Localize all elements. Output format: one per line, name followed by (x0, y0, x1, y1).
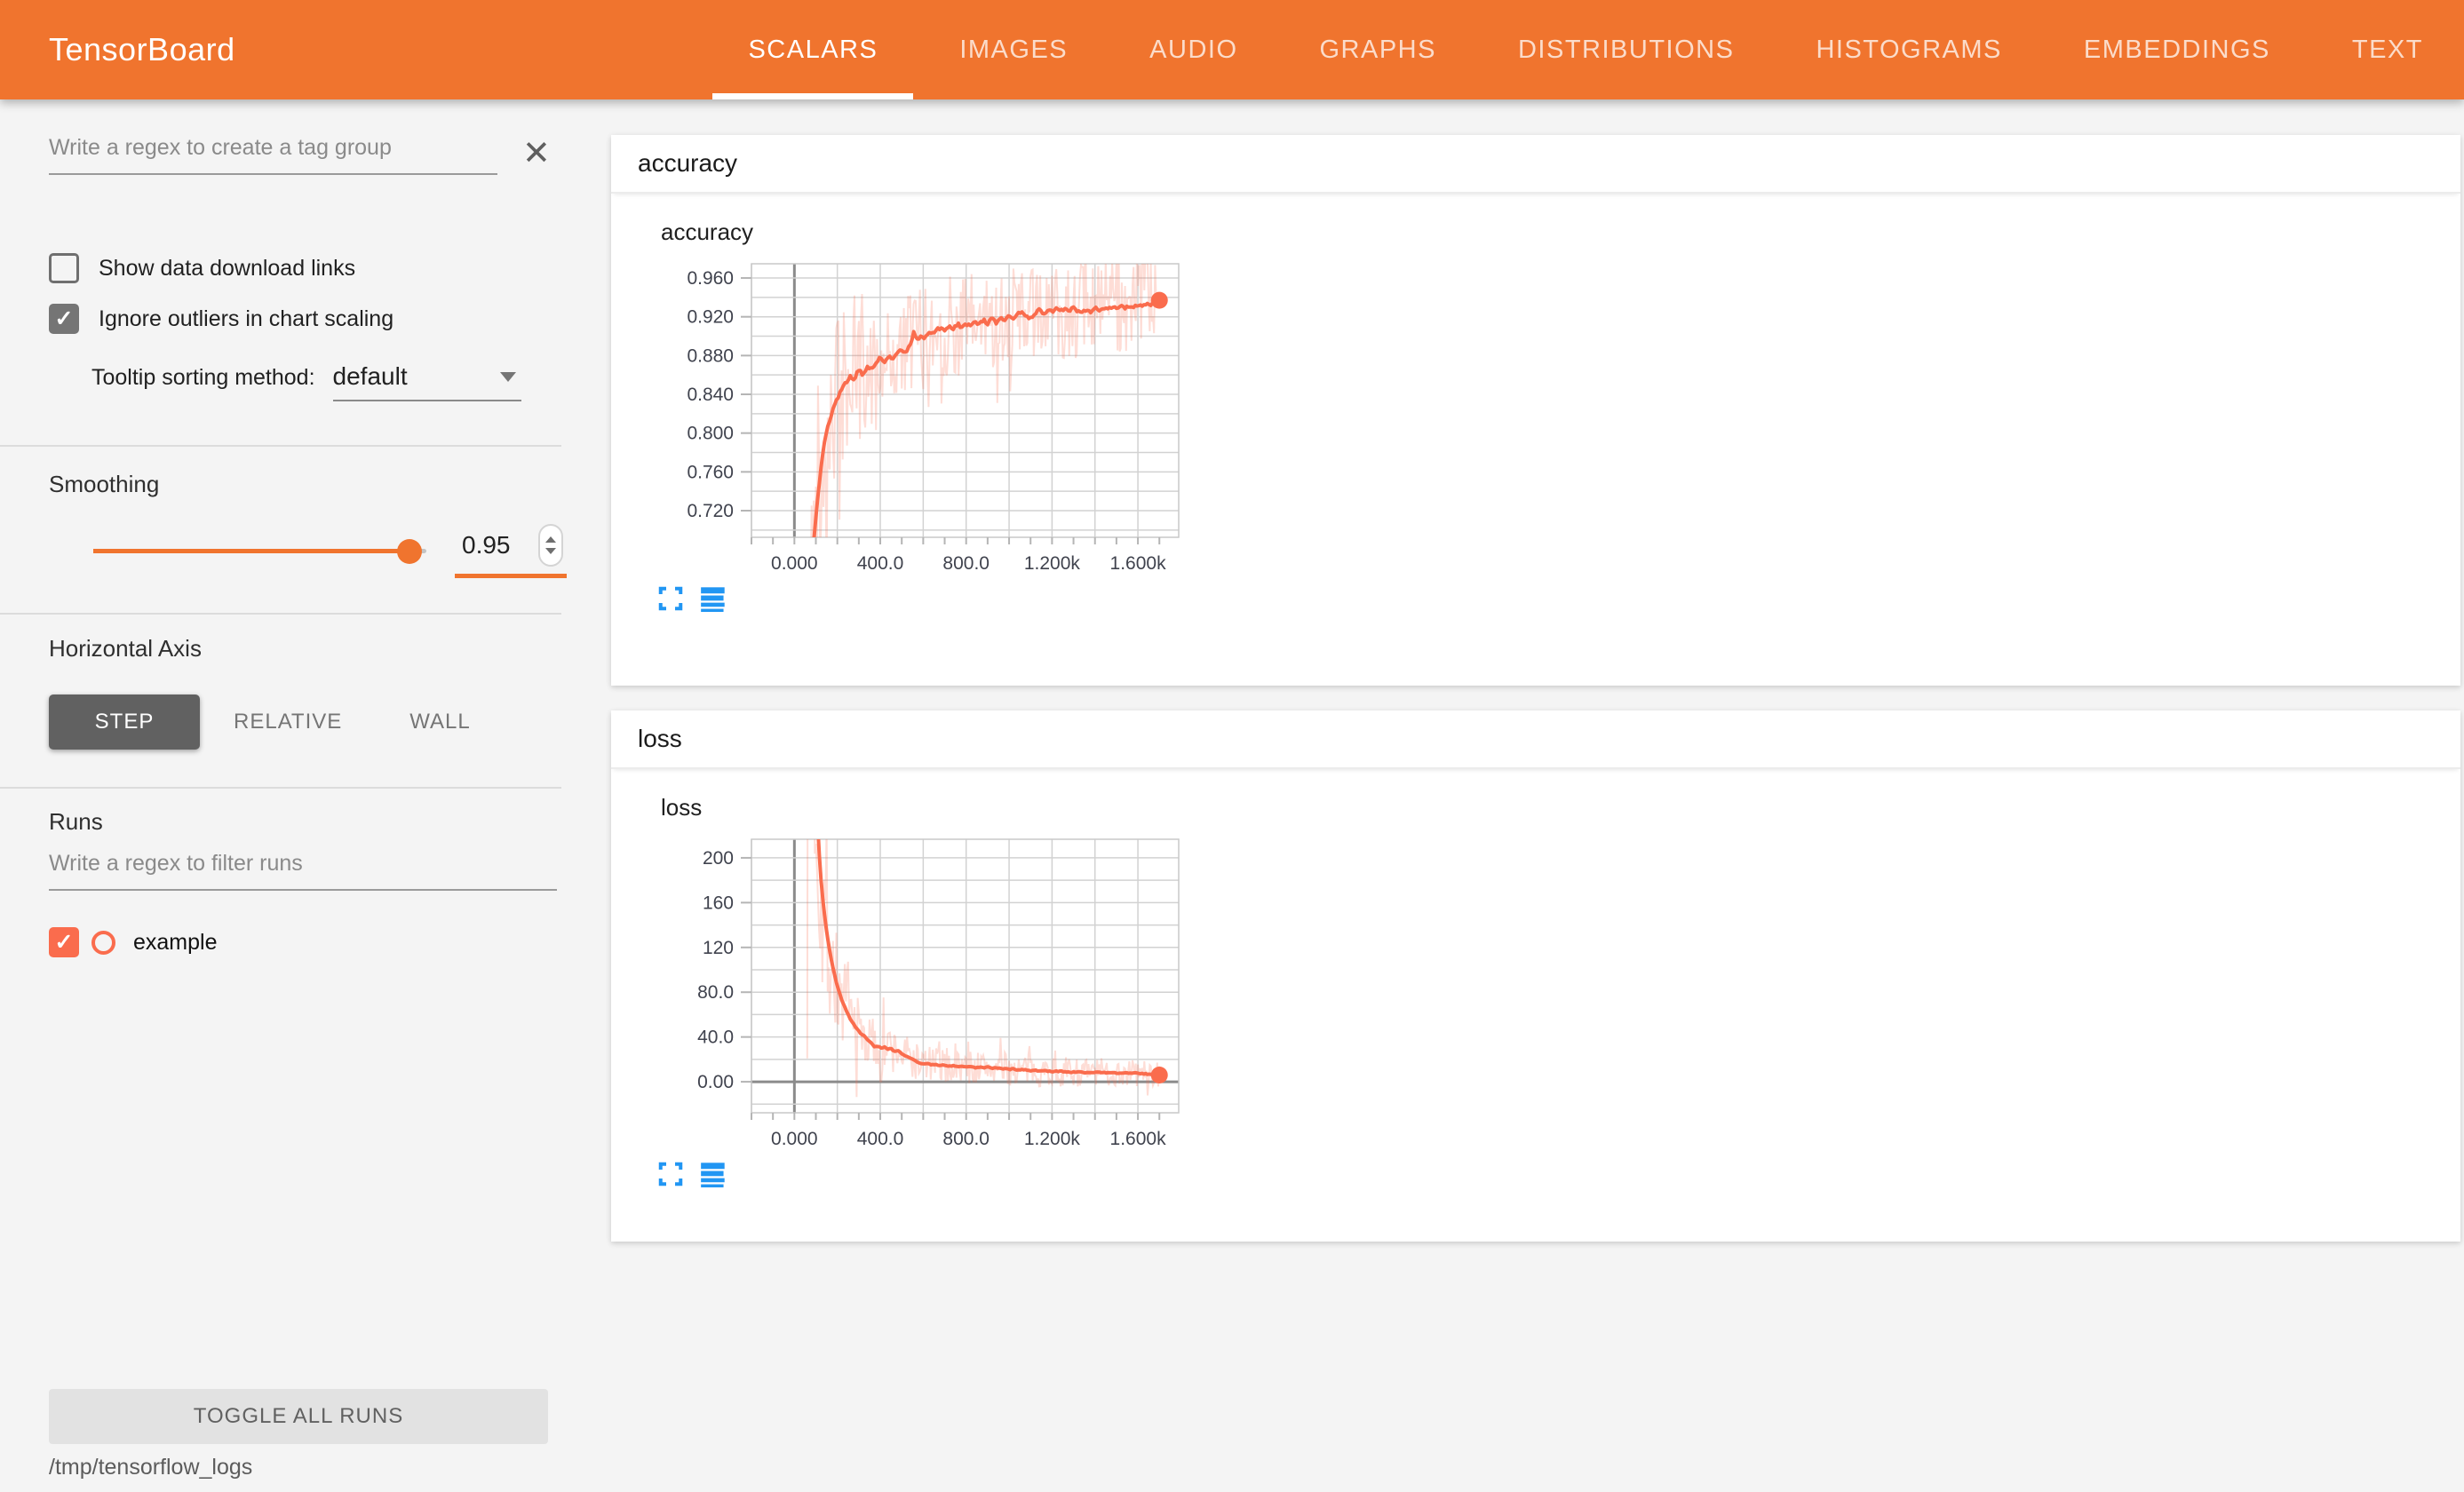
smoothing-value-input[interactable] (462, 531, 517, 560)
svg-text:1.600k: 1.600k (1110, 1129, 1167, 1149)
svg-text:800.0: 800.0 (942, 553, 990, 574)
tab-distributions[interactable]: DISTRIBUTIONS (1477, 0, 1775, 99)
svg-text:0.960: 0.960 (687, 268, 734, 289)
svg-text:120: 120 (703, 938, 734, 958)
runs-list: ✓ example (49, 927, 218, 957)
svg-text:400.0: 400.0 (857, 1129, 904, 1149)
option-label: Show data download links (99, 256, 355, 282)
app-title: TensorBoard (49, 31, 235, 68)
chart-title: loss (661, 794, 2460, 821)
loss-line-chart[interactable]: 200 160 120 80.0 40.0 0.00 0.000 400.0 800.0 1.20… (638, 832, 1206, 1154)
smoothing-slider-knob[interactable] (397, 539, 422, 564)
option-ignore-outliers[interactable]: ✓ Ignore outliers in chart scaling (49, 304, 393, 334)
svg-text:1.200k: 1.200k (1024, 1129, 1081, 1149)
sidebar-divider (0, 613, 561, 615)
svg-text:80.0: 80.0 (697, 982, 734, 1003)
chart-toolbar (657, 1161, 2460, 1187)
tooltip-sorting-value: default (333, 362, 500, 391)
fullscreen-icon[interactable] (657, 1161, 684, 1187)
section-header-loss[interactable]: loss (611, 710, 2460, 769)
sidebar-divider (0, 787, 561, 789)
checked-checkbox-icon[interactable]: ✓ (49, 304, 79, 334)
tab-text[interactable]: TEXT (2311, 0, 2464, 99)
tab-audio[interactable]: AUDIO (1109, 0, 1278, 99)
close-icon[interactable]: ✕ (522, 137, 551, 171)
svg-text:0.840: 0.840 (687, 385, 734, 405)
tab-images[interactable]: IMAGES (918, 0, 1109, 99)
svg-text:0.720: 0.720 (687, 501, 734, 521)
svg-text:0.000: 0.000 (771, 553, 818, 574)
section-title: loss (638, 725, 682, 753)
option-label: Ignore outliers in chart scaling (99, 306, 393, 332)
chevron-down-icon (500, 372, 516, 382)
chart-toolbar (657, 585, 2460, 612)
tooltip-sorting-dropdown[interactable]: default (333, 362, 521, 401)
option-show-download-links[interactable]: Show data download links (49, 253, 355, 283)
svg-text:400.0: 400.0 (857, 553, 904, 574)
tab-histograms[interactable]: HISTOGRAMS (1775, 0, 2042, 99)
svg-text:800.0: 800.0 (942, 1129, 990, 1149)
axis-mode-wall-button[interactable]: WALL (376, 694, 504, 750)
run-name: example (133, 930, 218, 956)
smoothing-value-box (455, 524, 567, 578)
section-card-loss: loss loss 200 160 120 80.0 40.0 0.00 0.000 400.0 8… (611, 710, 2460, 1242)
run-color-swatch[interactable] (91, 931, 115, 955)
svg-text:0.00: 0.00 (697, 1072, 734, 1092)
svg-text:160: 160 (703, 893, 734, 913)
svg-text:1.600k: 1.600k (1110, 553, 1167, 574)
log-directory-path: /tmp/tensorflow_logs (49, 1455, 252, 1480)
horizontal-axis-label: Horizontal Axis (49, 635, 202, 663)
chart-title: accuracy (661, 218, 2460, 246)
svg-text:0.800: 0.800 (687, 424, 734, 444)
accuracy-line-chart[interactable]: 0.960 0.920 0.880 0.840 0.800 0.760 0.720 0.000… (638, 257, 1206, 578)
smoothing-value-underline (455, 574, 567, 578)
runs-label: Runs (49, 808, 103, 836)
sidebar-divider (0, 445, 561, 447)
app-header: TensorBoard SCALARSIMAGESAUDIOGRAPHSDIST… (0, 0, 2464, 99)
svg-text:40.0: 40.0 (697, 1028, 734, 1048)
runs-filter-row (49, 851, 557, 891)
smoothing-slider[interactable] (93, 549, 426, 553)
runs-filter-input[interactable] (49, 851, 557, 891)
tag-filter-input[interactable] (49, 135, 497, 175)
svg-text:1.200k: 1.200k (1024, 553, 1081, 574)
svg-text:0.000: 0.000 (771, 1129, 818, 1149)
settings-sidebar: ✕ Show data download links ✓ Ignore outli… (0, 99, 611, 1492)
runs-selector-icon[interactable] (700, 1161, 727, 1187)
smoothing-label: Smoothing (49, 471, 159, 498)
tab-embeddings[interactable]: EMBEDDINGS (2043, 0, 2311, 99)
tab-graphs[interactable]: GRAPHS (1279, 0, 1477, 99)
svg-text:0.880: 0.880 (687, 345, 734, 366)
axis-mode-relative-button[interactable]: RELATIVE (200, 694, 376, 750)
unchecked-checkbox-icon[interactable] (49, 253, 79, 283)
toggle-all-runs-button[interactable]: TOGGLE ALL RUNS (49, 1389, 548, 1444)
scalars-dashboard: accuracy accuracy 0.960 0.920 0.880 0.840 0.80… (611, 99, 2464, 1492)
svg-text:0.760: 0.760 (687, 462, 734, 482)
spinner-up-icon[interactable] (545, 536, 556, 543)
horizontal-axis-buttons: STEPRELATIVEWALL (49, 694, 505, 750)
tab-scalars[interactable]: SCALARS (707, 0, 918, 99)
svg-text:200: 200 (703, 848, 734, 869)
smoothing-slider-fill (93, 549, 409, 553)
runs-selector-icon[interactable] (700, 585, 727, 612)
run-checkbox[interactable]: ✓ (49, 927, 79, 957)
axis-mode-step-button[interactable]: STEP (49, 694, 200, 750)
tooltip-sorting-label: Tooltip sorting method: (91, 365, 315, 401)
chart-block: accuracy0.9600.9200.8800.8400.8000.7600.… (611, 194, 2460, 612)
svg-text:0.920: 0.920 (687, 307, 734, 328)
spinner-down-icon[interactable] (545, 548, 556, 554)
number-spinner[interactable] (538, 524, 563, 567)
section-header-accuracy[interactable]: accuracy (611, 135, 2460, 194)
smoothing-slider-row (93, 524, 564, 578)
tag-filter-row: ✕ (49, 135, 560, 175)
tooltip-sorting-row: Tooltip sorting method: default (91, 362, 521, 401)
fullscreen-icon[interactable] (657, 585, 684, 612)
chart-block: loss 200 160 120 80.0 40.0 0.00 0.000 400.0 800.0… (611, 769, 2460, 1187)
top-nav-tabs: SCALARSIMAGESAUDIOGRAPHSDISTRIBUTIONSHIS… (707, 0, 2464, 99)
section-card-accuracy: accuracy accuracy 0.960 0.920 0.880 0.840 0.80… (611, 135, 2460, 686)
section-title: accuracy (638, 149, 737, 178)
